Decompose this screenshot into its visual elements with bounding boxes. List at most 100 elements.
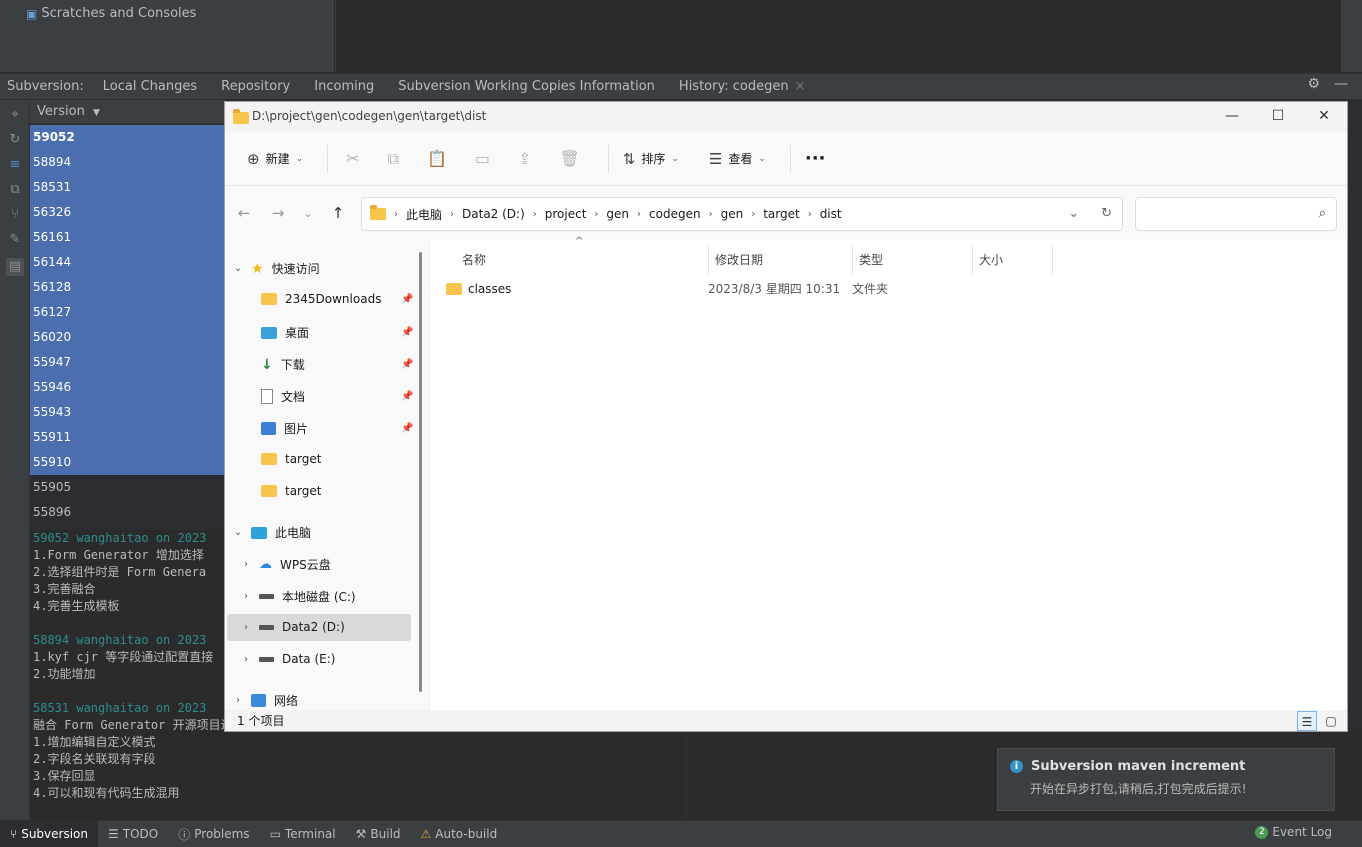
details-toggle-icon[interactable]: ▤	[6, 258, 24, 276]
address-bar[interactable]: › 此电脑 › Data2 (D:) › project › gen › codegen › gen…	[361, 197, 1123, 231]
chevron-right-icon[interactable]: ›	[241, 622, 251, 633]
up-arrow-icon[interactable]: ↑	[321, 204, 355, 222]
breadcrumb-item[interactable]: project	[539, 207, 593, 221]
chevron-right-icon[interactable]: ›	[241, 559, 251, 570]
tree-item-pictures[interactable]: 图片 📌	[261, 420, 413, 437]
edit-icon[interactable]: ✎	[6, 231, 24, 249]
column-header-modified[interactable]: 修改日期	[709, 246, 853, 274]
chevron-right-icon[interactable]: ›	[635, 209, 643, 220]
chevron-right-icon[interactable]: ›	[749, 209, 757, 220]
tab-working-copies-info[interactable]: Subversion Working Copies Information	[386, 79, 667, 94]
tab-incoming[interactable]: Incoming	[302, 79, 386, 94]
tree-item-drive-c[interactable]: › 本地磁盘 (C:)	[241, 588, 356, 605]
status-tab-build[interactable]: ⚒ Build	[346, 821, 411, 847]
details-view-icon[interactable]: ☰	[1297, 711, 1317, 731]
breadcrumb-item[interactable]: gen	[715, 207, 750, 221]
version-row[interactable]: 56127	[30, 300, 225, 325]
paste-icon[interactable]: 📋	[427, 149, 447, 168]
close-button[interactable]: ✕	[1301, 102, 1347, 132]
chevron-down-icon[interactable]: ⌄	[233, 527, 243, 538]
gear-icon[interactable]: ⚙	[1307, 76, 1320, 92]
status-tab-todo[interactable]: ☰ TODO	[98, 821, 168, 847]
chevron-right-icon[interactable]: ›	[241, 591, 251, 602]
breadcrumb-item[interactable]: Data2 (D:)	[456, 207, 531, 221]
tab-history-codegen[interactable]: History: codegen ×	[667, 79, 806, 94]
chevron-down-icon[interactable]: ⌄	[233, 263, 243, 274]
version-row[interactable]: 55905	[30, 475, 225, 500]
version-row[interactable]: 55910	[30, 450, 225, 475]
tree-this-pc[interactable]: ⌄ 此电脑	[233, 524, 311, 541]
refresh-icon[interactable]: ↻	[6, 131, 24, 149]
scratches-and-consoles-item[interactable]: ▣ Scratches and Consoles	[26, 6, 196, 21]
version-row[interactable]: 56326	[30, 200, 225, 225]
chevron-right-icon[interactable]: ›	[806, 209, 814, 220]
tree-item-wps-cloud[interactable]: › ☁ WPS云盘	[241, 556, 331, 573]
version-row[interactable]: 56144	[30, 250, 225, 275]
version-row[interactable]: 55911	[30, 425, 225, 450]
search-input[interactable]: ⌕	[1135, 197, 1337, 231]
breadcrumb-item[interactable]: target	[757, 207, 806, 221]
nav-pane-scrollbar[interactable]	[419, 252, 422, 692]
sort-button[interactable]: ⇅ 排序 ⌄	[619, 143, 683, 175]
version-column-header[interactable]: Version ▼	[30, 100, 225, 124]
breadcrumb-item[interactable]: gen	[600, 207, 635, 221]
tree-item-drive-e[interactable]: › Data (E:)	[241, 652, 335, 666]
refresh-icon[interactable]: ↻	[1101, 206, 1112, 221]
forward-arrow-icon[interactable]: →	[261, 204, 295, 222]
tab-local-changes[interactable]: Local Changes	[91, 79, 209, 94]
chevron-right-icon[interactable]: ›	[233, 695, 243, 706]
notification-balloon[interactable]: i Subversion maven increment 开始在异步打包,请稍后…	[997, 748, 1335, 811]
version-row[interactable]: 59052	[30, 125, 225, 150]
branch-icon[interactable]: ⑂	[6, 206, 24, 224]
version-row[interactable]: 55896	[30, 500, 225, 525]
version-row[interactable]: 56020	[30, 325, 225, 350]
column-header-name[interactable]: 名称	[456, 246, 709, 274]
chevron-right-icon[interactable]: ›	[241, 654, 251, 665]
column-header-size[interactable]: 大小	[973, 246, 1053, 274]
tab-repository[interactable]: Repository	[209, 79, 302, 94]
rename-icon[interactable]: ▭	[475, 149, 490, 168]
chevron-right-icon[interactable]: ›	[448, 209, 456, 220]
status-tab-subversion[interactable]: ⑂ Subversion	[0, 821, 98, 847]
status-tab-problems[interactable]: ⓘ Problems	[168, 821, 259, 847]
status-tab-terminal[interactable]: ▭ Terminal	[260, 821, 346, 847]
status-tab-auto-build[interactable]: ⚠ Auto-build	[411, 821, 508, 847]
close-tab-icon[interactable]: ×	[789, 79, 806, 94]
copy-icon[interactable]: ⧉	[6, 181, 24, 199]
pin-icon[interactable]: ⌖	[6, 106, 24, 124]
breadcrumb-item[interactable]: dist	[814, 207, 848, 221]
history-dropdown-icon[interactable]: ⌄	[1068, 206, 1079, 221]
version-row[interactable]: 55946	[30, 375, 225, 400]
version-row[interactable]: 58894	[30, 150, 225, 175]
version-row[interactable]: 55943	[30, 400, 225, 425]
copy-icon[interactable]: ⧉	[388, 149, 399, 169]
tree-item-drive-d[interactable]: › Data2 (D:)	[241, 620, 345, 634]
version-row[interactable]: 56128	[30, 275, 225, 300]
file-row[interactable]: classes 2023/8/3 星期四 10:31 文件夹	[446, 280, 1052, 297]
column-header-type[interactable]: 类型	[853, 246, 973, 274]
view-button[interactable]: ☰ 查看 ⌄	[705, 143, 770, 175]
cut-icon[interactable]: ✂	[346, 149, 359, 168]
back-arrow-icon[interactable]: ←	[227, 204, 261, 222]
version-row[interactable]: 58531	[30, 175, 225, 200]
new-button[interactable]: ⊕ 新建 ⌄	[243, 143, 307, 175]
breadcrumb-item[interactable]: codegen	[643, 207, 707, 221]
share-icon[interactable]: ⇪	[518, 149, 531, 168]
tree-item-target-1[interactable]: target	[261, 452, 322, 466]
more-options-icon[interactable]: ···	[801, 143, 830, 175]
chevron-right-icon[interactable]: ›	[531, 209, 539, 220]
version-row[interactable]: 55947	[30, 350, 225, 375]
tree-item-desktop[interactable]: 桌面 📌	[261, 324, 413, 341]
delete-icon[interactable]: 🗑	[559, 149, 579, 168]
breadcrumb-item[interactable]: 此电脑	[400, 206, 448, 223]
minimize-button[interactable]: —	[1209, 102, 1255, 132]
tree-item-target-2[interactable]: target	[261, 484, 322, 498]
explorer-titlebar[interactable]: D:\project\gen\codegen\gen\target\dist —…	[225, 102, 1347, 132]
tree-quick-access[interactable]: ⌄ ★ 快速访问	[233, 260, 320, 277]
version-row[interactable]: 56161	[30, 225, 225, 250]
event-log-button[interactable]: 2 Event Log	[1255, 825, 1332, 839]
minimize-icon[interactable]: —	[1334, 76, 1348, 92]
maximize-button[interactable]: ☐	[1255, 102, 1301, 132]
editor-scrollbar[interactable]	[1341, 0, 1362, 72]
tree-network[interactable]: › 网络	[233, 692, 298, 709]
